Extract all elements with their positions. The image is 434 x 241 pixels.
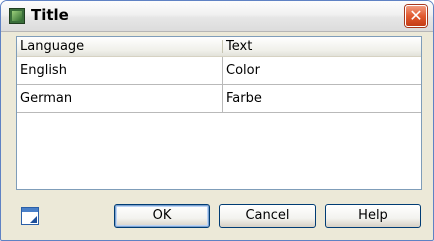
language-cell[interactable]: English — [17, 57, 222, 84]
app-icon — [9, 8, 25, 24]
list-header: Language Text — [17, 37, 421, 57]
window-title: Title — [31, 6, 69, 24]
cancel-button[interactable]: Cancel — [219, 204, 316, 228]
column-header-language[interactable]: Language — [17, 38, 222, 55]
text-cell[interactable]: Color — [223, 57, 421, 84]
language-cell[interactable]: German — [17, 85, 222, 112]
edit-icon[interactable] — [21, 207, 39, 225]
close-icon: ✕ — [409, 6, 423, 25]
dialog-window: Title ✕ Language Text English Color Germ… — [0, 0, 434, 241]
ok-button[interactable]: OK — [114, 204, 210, 228]
text-cell[interactable]: Farbe — [223, 85, 421, 112]
table-row[interactable]: German Farbe — [17, 85, 421, 113]
translations-list[interactable]: Language Text English Color German Farbe — [16, 36, 422, 190]
column-header-text[interactable]: Text — [223, 38, 421, 55]
help-button[interactable]: Help — [325, 204, 421, 228]
close-button[interactable]: ✕ — [405, 5, 427, 27]
title-bar[interactable]: Title ✕ — [1, 1, 433, 32]
table-row[interactable]: English Color — [17, 57, 421, 85]
